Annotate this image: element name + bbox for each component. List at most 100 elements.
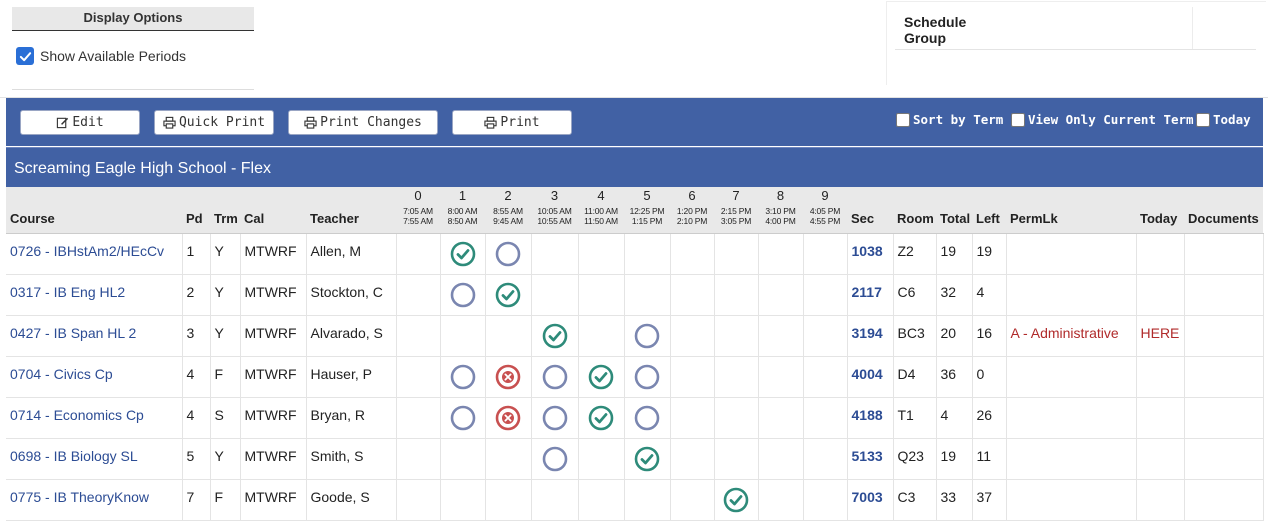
period-slot-1[interactable] <box>440 274 486 316</box>
edit-button[interactable]: Edit <box>20 110 140 135</box>
course-link[interactable]: 0317 - IB Eng HL2 <box>10 284 125 300</box>
schedule-group-underline <box>895 49 1256 50</box>
table-row: 0714 - Economics Cp 4 S MTWRF Bryan, R 4188 T1… <box>6 397 1264 439</box>
column-header-room[interactable]: Room <box>893 187 936 234</box>
period-start-time: 8:00 AM <box>447 206 478 216</box>
period-slot-2[interactable] <box>485 274 532 316</box>
period-start-time: 3:10 PM <box>765 206 796 216</box>
period-slot-2 <box>485 479 532 521</box>
period-slot-2[interactable] <box>485 233 532 275</box>
print-changes-button[interactable]: Print Changes <box>288 110 438 135</box>
period-slot-3[interactable] <box>531 397 579 439</box>
column-header-total[interactable]: Total <box>936 187 972 234</box>
period-slot-9 <box>803 479 848 521</box>
period-slot-2[interactable] <box>485 397 532 439</box>
total-cell: 19 <box>936 438 973 480</box>
column-header-left[interactable]: Left <box>972 187 1006 234</box>
period-slot-5[interactable] <box>624 397 671 439</box>
sort-by-term-option[interactable]: Sort by Term <box>896 112 1003 127</box>
view-only-current-term-label: View Only Current Term <box>1028 112 1194 127</box>
course-link[interactable]: 0726 - IBHstAm2/HEcCv <box>10 243 164 259</box>
section-number[interactable]: 1038 <box>852 243 883 259</box>
section-number[interactable]: 2117 <box>852 284 882 300</box>
period-slot-3 <box>531 479 579 521</box>
period-slot-6 <box>670 479 715 521</box>
period-slot-3[interactable] <box>531 438 579 480</box>
section-number[interactable]: 4004 <box>852 366 883 382</box>
today-option[interactable]: Today <box>1196 112 1251 127</box>
column-header-documents[interactable]: Documents <box>1184 187 1263 234</box>
teacher-cell: Hauser, P <box>306 356 397 398</box>
course-link[interactable]: 0698 - IB Biology SL <box>10 448 138 464</box>
table-row: 0698 - IB Biology SL 5 Y MTWRF Smith, S 5133 Q… <box>6 438 1264 480</box>
room-cell: Z2 <box>893 233 937 275</box>
section-number[interactable]: 7003 <box>852 489 883 505</box>
available-period-icon <box>450 282 475 307</box>
period-slot-4[interactable] <box>578 356 625 398</box>
period-slot-8 <box>758 397 804 439</box>
period-slot-6 <box>670 438 715 480</box>
term-cell: Y <box>210 233 241 275</box>
calendar-cell: MTWRF <box>240 233 307 275</box>
course-link[interactable]: 0704 - Civics Cp <box>10 366 113 382</box>
period-slot-0 <box>396 356 441 398</box>
sort-by-term-checkbox[interactable] <box>896 112 910 127</box>
left-cell: 37 <box>972 479 1007 521</box>
period-cell: 4 <box>182 397 211 439</box>
schedule-group-label: Schedule Group <box>904 14 967 46</box>
section-number[interactable]: 3194 <box>852 325 883 341</box>
column-header-pd[interactable]: Pd <box>182 187 210 234</box>
period-slot-5[interactable] <box>624 438 671 480</box>
period-slot-1[interactable] <box>440 233 486 275</box>
column-header-teacher[interactable]: Teacher <box>306 187 396 234</box>
section-number[interactable]: 5133 <box>852 448 883 464</box>
quick-print-button[interactable]: Quick Print <box>154 110 274 135</box>
column-header-sec[interactable]: Sec <box>847 187 893 234</box>
edit-button-label: Edit <box>72 115 104 130</box>
period-slot-5[interactable] <box>624 356 671 398</box>
column-header-trm[interactable]: Trm <box>210 187 240 234</box>
period-start-time: 8:55 AM <box>493 206 523 216</box>
period-slot-4 <box>578 274 625 316</box>
period-slot-7 <box>714 397 759 439</box>
schedule-group-divider <box>1192 7 1193 49</box>
column-header-today[interactable]: Today <box>1136 187 1184 234</box>
period-slot-4[interactable] <box>578 397 625 439</box>
course-link[interactable]: 0714 - Economics Cp <box>10 407 144 423</box>
course-link[interactable]: 0427 - IB Span HL 2 <box>10 325 136 341</box>
period-slot-7[interactable] <box>714 479 759 521</box>
print-button-label: Print <box>500 115 540 130</box>
today-cell <box>1136 438 1185 480</box>
today-checkbox[interactable] <box>1196 112 1210 127</box>
section-cell: 7003 <box>847 479 894 521</box>
period-slot-3[interactable] <box>531 356 579 398</box>
view-only-current-term-checkbox[interactable] <box>1011 112 1025 127</box>
available-period-icon <box>634 323 660 348</box>
period-slot-5[interactable] <box>624 315 671 357</box>
period-header-5: 5 12:25 PM 1:15 PM <box>624 187 670 234</box>
period-slot-3[interactable] <box>531 315 579 357</box>
period-slot-7 <box>714 233 759 275</box>
course-cell: 0317 - IB Eng HL2 <box>6 274 183 316</box>
show-available-periods-checkbox[interactable] <box>16 47 34 65</box>
period-slot-1 <box>440 479 486 521</box>
schedule-table: Course Pd Trm Cal Teacher 0 7:05 AM 7:55 AM 1 8:0… <box>6 187 1264 521</box>
period-number: 7 <box>732 188 740 203</box>
left-cell: 11 <box>972 438 1007 480</box>
schedule-group-panel: Schedule Group <box>886 1 1266 85</box>
course-link[interactable]: 0775 - IB TheoryKnow <box>10 489 149 505</box>
section-number[interactable]: 4188 <box>852 407 883 423</box>
table-row: 0704 - Civics Cp 4 F MTWRF Hauser, P 4004 D4 36… <box>6 356 1264 398</box>
show-available-periods-option[interactable]: Show Available Periods <box>16 47 186 65</box>
period-slot-1[interactable] <box>440 356 486 398</box>
print-button[interactable]: Print <box>452 110 572 135</box>
period-cell: 4 <box>182 356 211 398</box>
column-header-course[interactable]: Course <box>6 187 182 234</box>
period-slot-1[interactable] <box>440 397 486 439</box>
column-header-cal[interactable]: Cal <box>240 187 306 234</box>
view-only-current-term-option[interactable]: View Only Current Term <box>1011 112 1194 127</box>
period-slot-2[interactable] <box>485 356 532 398</box>
table-row: 0775 - IB TheoryKnow 7 F MTWRF Goode, S 7003 C… <box>6 479 1264 521</box>
column-header-permlk[interactable]: PermLk <box>1006 187 1136 234</box>
period-slot-7 <box>714 438 759 480</box>
